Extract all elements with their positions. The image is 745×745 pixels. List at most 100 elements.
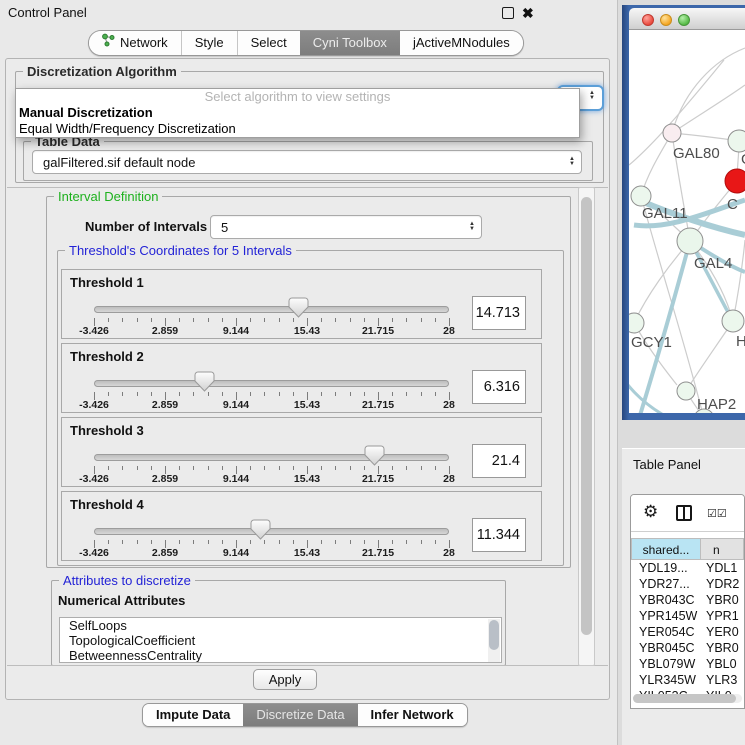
- tab-select[interactable]: Select: [237, 31, 300, 55]
- slider-tick: [151, 318, 152, 322]
- network-node-gcy1[interactable]: [629, 313, 644, 333]
- table-row[interactable]: YBR045CYBR0: [631, 640, 744, 656]
- table-row[interactable]: YLR345WYLR3: [631, 672, 744, 688]
- scrollbar-thumb[interactable]: [633, 694, 736, 703]
- slider-tick: [335, 466, 336, 470]
- columns-icon[interactable]: [676, 505, 692, 521]
- panel-scrollbar[interactable]: [578, 187, 595, 666]
- gear-icon[interactable]: ⚙: [643, 502, 658, 522]
- slider-tick: [321, 466, 322, 470]
- tab-infer-network[interactable]: Infer Network: [358, 704, 467, 726]
- network-node-g[interactable]: [728, 130, 745, 152]
- scrollbar-thumb[interactable]: [581, 197, 592, 635]
- minimize-traffic-light-icon[interactable]: [660, 14, 672, 26]
- slider-tick: [335, 540, 336, 544]
- slider-tick-label: 2.859: [152, 325, 178, 337]
- network-node-c[interactable]: [725, 169, 745, 193]
- dropdown-option[interactable]: Equal Width/Frequency Discretization: [16, 121, 579, 137]
- close-icon[interactable]: ✖: [522, 4, 534, 22]
- threshold-slider-thumb[interactable]: [288, 297, 309, 318]
- slider-tick: [435, 540, 436, 544]
- slider-tick: [137, 466, 138, 470]
- dropdown-prompt: Select algorithm to view settings: [16, 89, 579, 105]
- network-canvas[interactable]: GAL80GCGAL11GAL4GCY1HHAP2: [629, 30, 745, 413]
- table-panel-title: Table Panel: [633, 457, 701, 472]
- table-row[interactable]: YBR043CYBR0: [631, 592, 744, 608]
- slider-tick: [222, 318, 223, 322]
- num-intervals-combobox[interactable]: 5 ▲▼: [210, 215, 482, 239]
- list-item[interactable]: BetweennessCentrality: [60, 648, 501, 663]
- table-header-row: shared...n: [631, 538, 744, 560]
- combo-arrows-icon: ▲▼: [463, 222, 481, 232]
- network-node-gal11[interactable]: [631, 186, 651, 206]
- close-traffic-light-icon[interactable]: [642, 14, 654, 26]
- table-cell: YLR345W: [631, 672, 701, 688]
- slider-tick: [179, 392, 180, 396]
- table-row[interactable]: YER054CYER0: [631, 624, 744, 640]
- slider-tick-label: -3.426: [79, 473, 109, 485]
- threshold-slider-thumb[interactable]: [250, 519, 271, 540]
- column-header[interactable]: n: [701, 538, 744, 560]
- tab-jactivemnodules[interactable]: jActiveMNodules: [400, 31, 523, 55]
- zoom-traffic-light-icon[interactable]: [678, 14, 690, 26]
- list-item[interactable]: TopologicalCoefficient: [60, 633, 501, 648]
- network-node-gal80[interactable]: [663, 124, 681, 142]
- threshold-slider-thumb[interactable]: [194, 371, 215, 392]
- slider-tick-label: 28: [443, 547, 455, 559]
- slider-tick-label: -3.426: [79, 547, 109, 559]
- threshold-slider-track[interactable]: [94, 380, 449, 387]
- table-row[interactable]: YDL19...YDL1: [631, 560, 744, 576]
- table-row[interactable]: YBL079WYBL0: [631, 656, 744, 672]
- table-hscrollbar[interactable]: [633, 694, 742, 703]
- desktop: Control Panel ✖ Network StyleSelectCyni T…: [0, 0, 745, 745]
- dropdown-option[interactable]: Manual Discretization: [16, 105, 579, 121]
- table-cell: YDL1: [701, 560, 744, 576]
- list-item[interactable]: SelfLoops: [60, 618, 501, 633]
- threshold-value-field[interactable]: 14.713: [472, 296, 526, 330]
- numerical-attributes-label: Numerical Attributes: [58, 593, 185, 608]
- network-window-titlebar: [629, 8, 745, 30]
- threshold-value-field[interactable]: 6.316: [472, 370, 526, 404]
- network-node-hap2[interactable]: [677, 382, 695, 400]
- slider-tick: [264, 540, 265, 544]
- slider-tick: [108, 466, 109, 470]
- tab-network[interactable]: Network: [89, 31, 181, 55]
- network-node-h[interactable]: [722, 310, 744, 332]
- network-node-gal4[interactable]: [677, 228, 703, 254]
- threshold-value-field[interactable]: 21.4: [472, 444, 526, 478]
- table-row[interactable]: YPR145WYPR1: [631, 608, 744, 624]
- table-cell: YBR0: [701, 592, 744, 608]
- table-cell: YER054C: [631, 624, 701, 640]
- threshold-slider-track[interactable]: [94, 528, 449, 535]
- settings-scroll-area: Interval Definition Number of Intervals …: [7, 187, 608, 666]
- column-header[interactable]: shared...: [631, 538, 701, 560]
- slider-tick: [350, 540, 351, 544]
- slider-tick: [108, 540, 109, 544]
- slider-tick: [435, 318, 436, 322]
- slider-tick: [421, 466, 422, 470]
- apply-button[interactable]: Apply: [253, 669, 317, 690]
- node-label: G: [741, 151, 745, 168]
- threshold-slider-thumb[interactable]: [364, 445, 385, 466]
- tab-label: Network: [120, 31, 168, 55]
- slider-tick: [193, 318, 194, 322]
- tab-discretize-data[interactable]: Discretize Data: [243, 704, 357, 726]
- table-row[interactable]: YDR27...YDR2: [631, 576, 744, 592]
- select-columns-icon[interactable]: ☑☑: [707, 507, 727, 520]
- threshold-slider-track[interactable]: [94, 306, 449, 313]
- table-data-combobox[interactable]: galFiltered.sif default node ▲▼: [32, 150, 582, 174]
- tab-cyni-toolbox[interactable]: Cyni Toolbox: [300, 31, 400, 55]
- slider-tick: [179, 318, 180, 322]
- tab-impute-data[interactable]: Impute Data: [143, 704, 243, 726]
- list-scrollbar[interactable]: [488, 619, 500, 663]
- window-title: Control Panel: [8, 0, 87, 26]
- float-window-icon[interactable]: [502, 7, 514, 19]
- tab-style[interactable]: Style: [181, 31, 237, 55]
- threshold-value-field[interactable]: 11.344: [472, 518, 526, 552]
- threshold-slider-track[interactable]: [94, 454, 449, 461]
- attributes-list[interactable]: SelfLoopsTopologicalCoefficientBetweenne…: [59, 617, 502, 663]
- slider-tick: [193, 392, 194, 396]
- threshold-panel: Threshold 3-3.4262.8599.14415.4321.71528…: [61, 417, 542, 487]
- slider-tick: [208, 318, 209, 322]
- slider-tick: [179, 540, 180, 544]
